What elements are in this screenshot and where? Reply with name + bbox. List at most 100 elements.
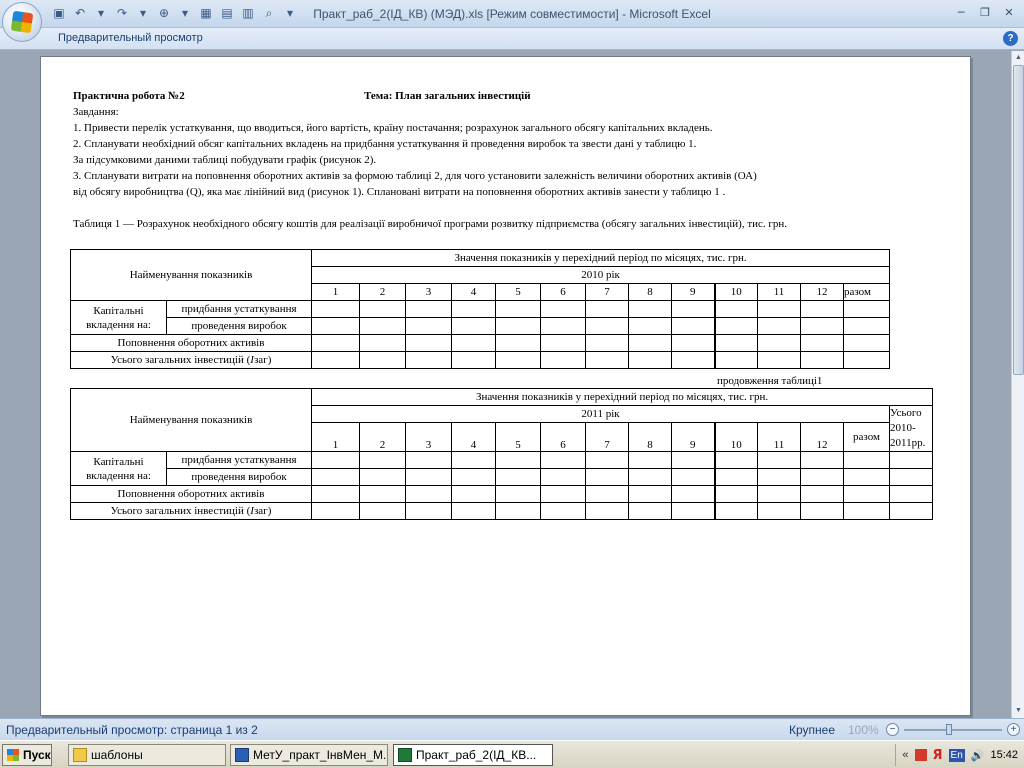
zoom-percentage[interactable]: 100% [848, 723, 879, 737]
taskbar-item-folder[interactable]: шаблоны [68, 744, 226, 766]
row-label-equipment: придбання устаткування [166, 300, 312, 318]
row-label-capital: Капітальні вкладення на: [70, 300, 167, 335]
language-indicator[interactable]: En [948, 748, 965, 762]
antivirus-icon[interactable] [914, 749, 927, 761]
year-header: 2010 рік [310, 266, 891, 284]
span-header: Значення показників у перехідний період … [310, 249, 891, 267]
scrollbar-thumb[interactable] [1013, 65, 1024, 375]
year-header: 2011 рік [311, 405, 890, 423]
month-header: 9 [671, 422, 715, 452]
month-header: 4 [451, 283, 496, 301]
total-header: разом [842, 283, 891, 301]
continuation-label: продовження таблиці1 [717, 375, 823, 387]
month-header: 7 [585, 422, 629, 452]
title-bar: ▣ ↶ ▾ ↷ ▾ ⊕ ▾ ▦ ▤ ▥ ⌕ ▾ Практ_раб_2(ІД_К… [0, 0, 1024, 42]
month-header: 8 [628, 422, 672, 452]
row-label-total-investment: Усього загальних інвестицій (Iзаг) [70, 351, 312, 369]
scroll-up-icon[interactable]: ▲ [1013, 52, 1024, 64]
ribbon-tab-print-preview[interactable]: Предварительный просмотр [58, 32, 203, 44]
month-header: 11 [757, 422, 801, 452]
yandex-icon[interactable]: Я [933, 748, 943, 763]
row-label-capital: Капітальні вкладення на: [70, 451, 167, 486]
month-header: 1 [311, 422, 360, 452]
office-button[interactable] [2, 2, 42, 42]
doc-line: від обсягу виробництва (Q), яка має ліні… [73, 186, 726, 198]
month-header: 5 [495, 422, 541, 452]
close-button[interactable]: ✕ [998, 4, 1020, 20]
taskbar-item-label: шаблоны [91, 748, 143, 762]
start-button[interactable]: Пуск [2, 744, 52, 766]
table-2011: Найменування показників Значення показни… [70, 388, 934, 520]
window-controls: ─ ❐ ✕ [950, 4, 1020, 20]
span-header: Значення показників у перехідний період … [310, 388, 934, 406]
doc-line: Завдання: [73, 106, 119, 118]
month-header: 5 [495, 283, 541, 301]
row-label-equipment: придбання устаткування [166, 451, 312, 469]
taskbar-item-excel[interactable]: Практ_раб_2(ІД_КВ... [393, 744, 553, 766]
word-icon [235, 748, 249, 762]
doc-heading: Практична робота №2 [73, 90, 185, 102]
print-preview-area: Практична робота №2 Тема: План загальних… [0, 51, 1011, 718]
month-header: 10 [713, 283, 758, 301]
taskbar-item-word[interactable]: МетУ_практ_ІнвМен_М... [230, 744, 388, 766]
zoom-in-icon[interactable]: + [1007, 723, 1020, 736]
total-header: разом [843, 422, 890, 452]
volume-icon[interactable]: 🔊 [971, 749, 985, 762]
zoom-out-icon[interactable]: − [886, 723, 899, 736]
row-label-total-investment: Усього загальних інвестицій (Iзаг) [70, 502, 312, 520]
row-label-works: проведення виробок [166, 317, 312, 335]
month-header: 1 [311, 283, 360, 301]
month-header: 8 [628, 283, 672, 301]
month-header: 11 [757, 283, 801, 301]
folder-icon [73, 748, 87, 762]
zoom-in-label[interactable]: Крупнее [789, 723, 835, 737]
row-label-working-assets: Поповнення оборотних активів [70, 334, 312, 352]
month-header: 2 [359, 422, 406, 452]
month-header: 3 [405, 422, 452, 452]
zoom-slider[interactable]: − + [886, 723, 1020, 737]
taskbar: Пуск шаблоны МетУ_практ_ІнвМен_М... Прак… [0, 740, 1024, 768]
doc-line: 3. Спланувати витрати на поповнення обор… [73, 170, 757, 182]
row-label-working-assets: Поповнення оборотних активів [70, 485, 312, 503]
excel-icon [398, 748, 412, 762]
doc-line: 2. Спланувати необхідний обсяг капітальн… [73, 138, 697, 150]
doc-line: За підсумковими даними таблиці побудуват… [73, 154, 377, 166]
preview-page: Практична робота №2 Тема: План загальних… [40, 56, 971, 716]
scroll-down-icon[interactable]: ▼ [1013, 705, 1024, 717]
windows-flag-icon [7, 749, 19, 761]
office-logo-icon [10, 10, 34, 34]
clock: 15:42 [990, 749, 1018, 761]
month-header: 3 [405, 283, 452, 301]
doc-theme: Тема: План загальних інвестицій [364, 90, 531, 102]
doc-line: 1. Привести перелік устаткування, що вво… [73, 122, 713, 134]
minimize-button[interactable]: ─ [950, 4, 972, 20]
month-header: 7 [585, 283, 629, 301]
month-header: 6 [540, 283, 586, 301]
window-title: Практ_раб_2(ІД_КВ) (МЭД).xls [Режим совм… [313, 7, 711, 21]
month-header: 4 [451, 422, 496, 452]
month-header: 2 [359, 283, 406, 301]
month-header: 12 [800, 422, 844, 452]
row-label-works: проведення виробок [166, 468, 312, 486]
vertical-scrollbar[interactable]: ▲ ▼ [1011, 51, 1024, 718]
status-bar: Предварительный просмотр: страница 1 из … [0, 718, 1024, 740]
tray-expand-icon[interactable]: « [902, 749, 908, 761]
system-tray: « Я En 🔊 15:42 [895, 744, 1024, 766]
start-label: Пуск [23, 748, 51, 762]
taskbar-item-label: Практ_раб_2(ІД_КВ... [416, 748, 537, 762]
help-icon[interactable]: ? [1003, 31, 1018, 46]
ribbon-header: Предварительный просмотр ? [0, 28, 1024, 50]
zoom-track[interactable] [904, 729, 1002, 731]
table-caption: Таблиця 1 — Розрахунок необхідного обсяг… [73, 218, 788, 230]
taskbar-item-label: МетУ_практ_ІнвМен_М... [253, 748, 388, 762]
zoom-knob[interactable] [946, 724, 952, 735]
column-header-name: Найменування показників [70, 388, 312, 452]
column-header-name: Найменування показників [70, 249, 312, 301]
month-header: 12 [800, 283, 844, 301]
month-header: 10 [713, 422, 758, 452]
month-header: 9 [671, 283, 715, 301]
month-header: 6 [540, 422, 586, 452]
page-status: Предварительный просмотр: страница 1 из … [6, 723, 258, 737]
table-2010: Найменування показників Значення показни… [70, 249, 891, 369]
restore-button[interactable]: ❐ [974, 4, 996, 20]
